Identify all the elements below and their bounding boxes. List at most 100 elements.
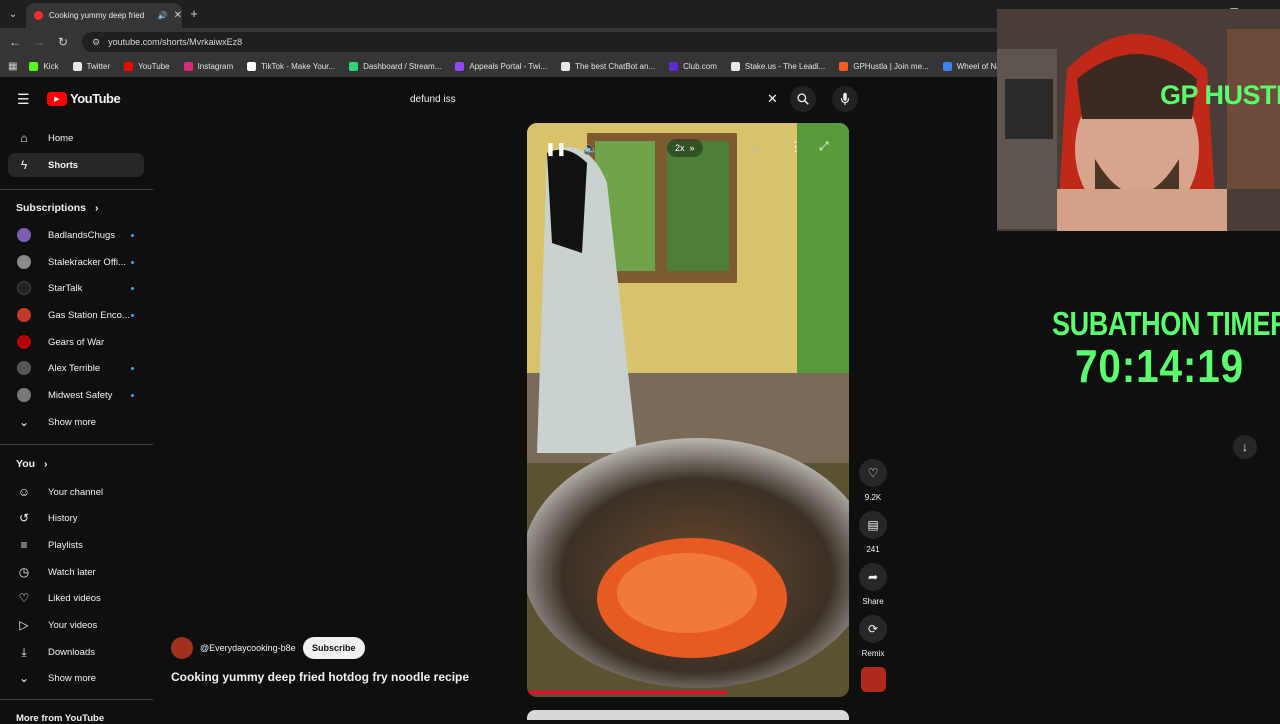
apps-grid-icon[interactable]: ▦ bbox=[8, 61, 17, 72]
search-input[interactable]: defund iss bbox=[410, 94, 456, 105]
sidebar-item-home[interactable]: ⌂ Home bbox=[8, 126, 144, 150]
bookmark-favicon-icon bbox=[561, 61, 571, 71]
bookmark-favicon-icon bbox=[247, 61, 257, 71]
captions-icon[interactable]: ㏄ bbox=[752, 140, 762, 155]
sidebar-item-playlists[interactable]: ≡ Playlists bbox=[8, 533, 144, 557]
bookmark-item[interactable]: The best ChatBot an... bbox=[561, 61, 655, 71]
more-options-icon[interactable]: ⋮ bbox=[789, 139, 802, 155]
sidebar-item-subscription[interactable]: Gas Station Enco... bbox=[8, 303, 144, 327]
bookmark-label: Dashboard / Stream... bbox=[363, 61, 442, 71]
sidebar-item-subscription[interactable]: StarTalk bbox=[8, 276, 144, 300]
search-button[interactable] bbox=[790, 86, 816, 112]
volume-icon[interactable]: 🔈 bbox=[583, 141, 598, 155]
shorts-icon: ϟ bbox=[20, 158, 28, 172]
subscription-label: Stalekracker Offi... bbox=[48, 256, 126, 268]
bookmark-favicon-icon bbox=[839, 61, 849, 71]
close-tab-icon[interactable]: ✕ bbox=[174, 10, 182, 21]
subscribe-button[interactable]: Subscribe bbox=[303, 637, 365, 659]
bookmark-item[interactable]: Club.com bbox=[669, 61, 717, 71]
bookmark-favicon-icon bbox=[72, 61, 82, 71]
hamburger-menu-icon[interactable]: ☰ bbox=[17, 91, 30, 108]
sidebar-item-your-videos[interactable]: ▷ Your videos bbox=[8, 613, 144, 637]
share-button[interactable]: ➦ Share bbox=[858, 563, 888, 606]
new-tab-icon[interactable]: + bbox=[184, 3, 204, 23]
playlists-icon: ≡ bbox=[20, 538, 28, 552]
sidebar-item-label: Playlists bbox=[48, 539, 83, 551]
site-info-icon[interactable]: ⚙ bbox=[92, 37, 100, 48]
sound-thumbnail[interactable] bbox=[861, 667, 886, 692]
subscription-label: Gears of War bbox=[48, 336, 105, 348]
sidebar-item-subscription[interactable]: Gears of War bbox=[8, 330, 144, 354]
tab-search-icon[interactable]: ⌄ bbox=[3, 4, 23, 24]
bookmark-item[interactable]: Dashboard / Stream... bbox=[349, 61, 442, 71]
short-video-player[interactable]: ❚❚ 🔈 2x » ㏄ ⋮ ⤢ bbox=[527, 123, 849, 697]
speaker-icon[interactable]: 🔊 bbox=[158, 11, 168, 20]
bookmark-favicon-icon bbox=[349, 61, 359, 71]
subscriptions-heading[interactable]: Subscriptions › bbox=[16, 202, 98, 214]
you-heading[interactable]: You › bbox=[16, 458, 47, 470]
show-more-subscriptions[interactable]: ⌄ Show more bbox=[8, 410, 144, 434]
sidebar-item-liked-videos[interactable]: ♡ Liked videos bbox=[8, 586, 144, 610]
voice-search-button[interactable] bbox=[832, 86, 858, 112]
back-icon[interactable]: ← bbox=[5, 32, 25, 52]
avatar bbox=[17, 308, 31, 322]
sidebar-item-label: Watch later bbox=[48, 566, 96, 578]
channel-avatar[interactable] bbox=[171, 637, 193, 659]
playback-speed-badge[interactable]: 2x » bbox=[667, 139, 703, 157]
search-box[interactable]: defund iss bbox=[398, 87, 818, 111]
remix-icon: ⟳ bbox=[859, 615, 887, 643]
bookmark-item[interactable]: Twitter bbox=[72, 61, 111, 71]
sidebar-item-history[interactable]: ↺ History bbox=[8, 506, 144, 530]
sidebar-item-subscription[interactable]: Stalekracker Offi... bbox=[8, 250, 144, 274]
new-content-dot bbox=[131, 393, 134, 397]
comments-button[interactable]: ▤ 241 bbox=[858, 511, 888, 554]
channel-handle[interactable]: @Everydaycooking-b8e bbox=[200, 643, 296, 653]
sidebar-item-subscription[interactable]: Alex Terrible bbox=[8, 356, 144, 380]
sidebar-item-watch-later[interactable]: ◷ Watch later bbox=[8, 560, 144, 584]
sidebar-item-your-channel[interactable]: ☺ Your channel bbox=[8, 480, 144, 504]
bookmark-favicon-icon bbox=[942, 61, 952, 71]
sidebar-item-shorts[interactable]: ϟ Shorts bbox=[8, 153, 144, 177]
avatar bbox=[17, 281, 31, 295]
forward-icon[interactable]: → bbox=[29, 32, 49, 52]
show-more-you[interactable]: ⌄ Show more bbox=[8, 666, 144, 690]
more-from-youtube-heading: More from YouTube bbox=[16, 713, 105, 724]
avatar bbox=[17, 228, 31, 242]
bookmark-label: Appeals Portal - Twi... bbox=[469, 61, 548, 71]
sidebar-item-downloads[interactable]: ⤓ Downloads bbox=[8, 640, 144, 664]
comments-count: 241 bbox=[866, 545, 880, 554]
like-button[interactable]: ♡ 9.2K bbox=[858, 459, 888, 502]
bookmark-item[interactable]: Kick bbox=[29, 61, 59, 71]
sidebar-item-subscription[interactable]: BadlandsChugs bbox=[8, 223, 144, 247]
logo-text: YouTube bbox=[70, 91, 121, 106]
subscription-label: Alex Terrible bbox=[48, 362, 101, 374]
avatar bbox=[17, 255, 31, 269]
youtube-logo[interactable]: ▶ YouTube bbox=[47, 91, 121, 106]
bookmark-item[interactable]: Appeals Portal - Twi... bbox=[455, 61, 548, 71]
chevron-down-icon: ⌄ bbox=[18, 671, 30, 685]
show-more-label: Show more bbox=[48, 672, 97, 684]
user-icon: ☺ bbox=[17, 485, 31, 499]
likes-count: 9.2K bbox=[864, 493, 882, 502]
browser-tab[interactable]: Cooking yummy deep fried 🔊 ✕ bbox=[26, 3, 182, 28]
new-content-dot bbox=[131, 313, 134, 317]
next-short-preview[interactable] bbox=[527, 710, 849, 720]
bookmark-item[interactable]: GPHustla | Join me... bbox=[839, 61, 929, 71]
thumbs-up-icon: ♡ bbox=[18, 591, 30, 605]
remix-button[interactable]: ⟳ Remix bbox=[858, 615, 888, 658]
bookmark-item[interactable]: Instagram bbox=[183, 61, 233, 71]
bookmark-label: Twitter bbox=[86, 61, 111, 71]
sidebar-item-label: Downloads bbox=[48, 646, 95, 658]
show-more-label: Show more bbox=[48, 416, 97, 428]
sidebar-item-subscription[interactable]: Midwest Safety bbox=[8, 383, 144, 407]
bookmark-item[interactable]: TikTok - Make Your... bbox=[247, 61, 335, 71]
reload-icon[interactable]: ↻ bbox=[53, 32, 73, 52]
new-content-dot bbox=[131, 233, 134, 237]
chevron-right-icon: › bbox=[94, 202, 99, 214]
next-video-arrow-icon[interactable]: ↓ bbox=[1233, 435, 1257, 459]
bookmark-item[interactable]: Stake.us - The Leadi... bbox=[730, 61, 825, 71]
pause-icon[interactable]: ❚❚ bbox=[545, 141, 567, 157]
bookmark-item[interactable]: YouTube bbox=[124, 61, 170, 71]
clear-search-icon[interactable]: ✕ bbox=[767, 91, 778, 107]
fullscreen-icon[interactable]: ⤢ bbox=[819, 139, 829, 154]
